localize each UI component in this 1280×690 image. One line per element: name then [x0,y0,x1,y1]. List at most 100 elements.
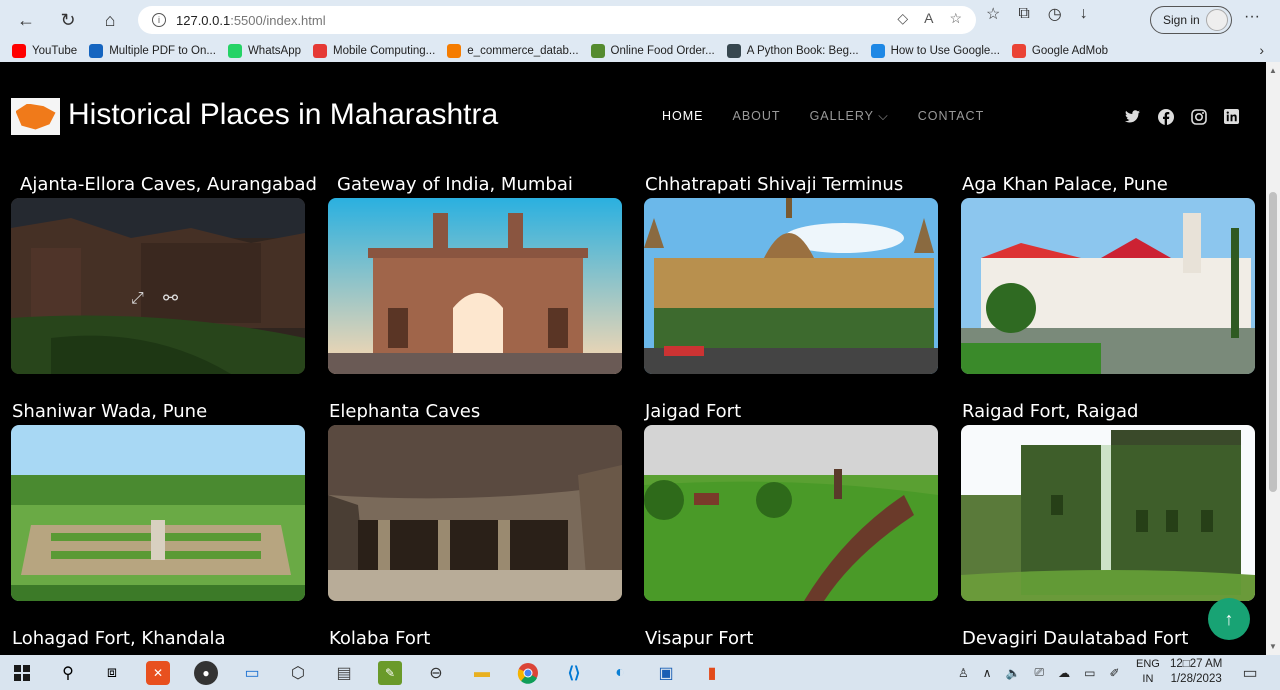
notepad-app-icon[interactable]: ✎ [378,661,402,685]
volume-icon[interactable]: 🔈 [1006,666,1021,680]
place-card[interactable]: Chhatrapati Shivaji Terminus [644,174,938,374]
place-photo[interactable] [328,425,622,601]
home-icon[interactable]: ⌂ [92,4,128,36]
bookmark-item[interactable]: Online Food Order... [590,44,715,58]
bookmarks-overflow-icon[interactable]: › [1259,42,1264,58]
cloud-icon[interactable]: ☁ [1058,666,1070,680]
address-bar[interactable]: i 127.0.0.1:5500/index.html ◇ A ☆ [138,6,976,34]
place-photo[interactable] [961,425,1255,601]
place-card[interactable]: Visapur Fort [644,628,938,655]
active-app-icon[interactable]: ▮ [700,661,724,685]
place-photo[interactable]: ⤢ ⚯ [11,198,305,374]
place-name: Visapur Fort [645,628,754,649]
collections-icon[interactable]: ⧉ [1018,5,1029,23]
download-icon[interactable]: ↓ [1080,5,1088,23]
scroll-up-icon[interactable]: ▲ [1269,66,1277,75]
edge-icon[interactable]: ◐ [608,661,632,685]
nav-link-gallery[interactable]: GALLERY ⌵ [810,109,889,124]
bookmark-label: Online Food Order... [610,45,715,57]
favorites-icon[interactable]: ☆ [986,4,1000,24]
avatar [1206,9,1228,31]
url-path: :5500/index.html [230,12,326,28]
place-photo[interactable] [644,198,938,374]
page-scrollbar[interactable]: ▲ ▼ [1266,62,1280,655]
refresh-icon[interactable]: ↻ [50,4,86,36]
place-card[interactable]: Gateway of India, Mumbai [328,174,622,374]
place-name: Shaniwar Wada, Pune [12,401,208,422]
bookmark-item[interactable]: Google AdMob [1011,44,1109,58]
bookmark-item[interactable]: How to Use Google... [870,44,1000,58]
site-logo[interactable] [11,98,60,135]
place-card[interactable]: Jaigad Fort [644,401,938,601]
place-card[interactable]: Elephanta Caves [328,401,622,601]
more-options-icon[interactable]: ··· [1244,8,1260,26]
battery-icon[interactable]: ▭ [1084,666,1095,680]
show-hidden-icons-icon[interactable]: ∧ [983,666,992,680]
place-card[interactable]: Lohagad Fort, Khandala [11,628,305,655]
bookmark-item[interactable]: e_commerce_datab... [447,44,579,58]
bookmark-item[interactable]: YouTube [12,44,77,58]
file-explorer-icon[interactable]: ▬ [470,661,494,685]
arrow-up-icon: ↑ [1224,608,1234,629]
cube-app-icon[interactable]: ⬡ [286,661,310,685]
twitter-icon[interactable] [1124,108,1141,125]
language-indicator[interactable]: ENG IN [1136,657,1160,687]
favorite-add-icon[interactable]: ☆ [949,10,962,27]
vscode-icon[interactable]: ⟨⟩ [562,661,586,685]
facebook-icon[interactable] [1157,108,1174,125]
search-icon[interactable]: ⚲ [56,661,80,685]
bookmark-favicon-icon [447,44,462,58]
place-name: Aga Khan Palace, Pune [962,174,1168,195]
task-view-icon[interactable]: ⧈ [100,661,124,685]
windows-taskbar: ⚲ ⧈ ✕ ● ▭ ⬡ ▤ ✎ ⊖ ▬ ⟨⟩ ◐ ▣ ▮ ♙ ∧ 🔈 ⎚ ☁ ▭… [0,655,1280,690]
people-icon[interactable]: ♙ [958,666,969,680]
scroll-down-icon[interactable]: ▼ [1269,642,1277,651]
obs-icon[interactable]: ● [194,661,218,685]
windows-start-icon[interactable] [10,661,34,685]
site-info-icon[interactable]: i [152,13,166,27]
bookmark-favicon-icon [870,44,885,58]
bookmark-item[interactable]: Multiple PDF to On... [89,44,216,58]
photos-app-icon[interactable]: ▣ [654,661,678,685]
bookmark-label: YouTube [32,45,78,57]
linkedin-icon[interactable] [1223,108,1240,125]
place-card[interactable]: Kolaba Fort [328,628,622,655]
place-photo[interactable] [11,425,305,601]
nav-link-contact[interactable]: CONTACT [918,109,985,124]
bookmark-item[interactable]: WhatsApp [227,44,301,58]
tag-icon[interactable]: ◇ [897,10,908,27]
bookmark-label: Google AdMob [1031,45,1109,57]
clock-time: 12□27 AM [1170,658,1223,670]
place-photo[interactable] [961,198,1255,374]
signin-button[interactable]: Sign in [1150,6,1232,34]
notifications-icon[interactable]: ▭ [1238,661,1262,685]
bookmark-item[interactable]: A Python Book: Beg... [726,44,859,58]
clock[interactable]: 12□27 AM 1/28/2023 [1170,657,1222,687]
bookmark-item[interactable]: Mobile Computing... [313,44,435,58]
scrollbar-thumb[interactable] [1269,192,1277,492]
place-photo[interactable] [644,425,938,601]
place-card[interactable]: Devagiri Daulatabad Fort [961,628,1255,655]
back-icon[interactable]: ← [8,4,44,36]
history-icon[interactable]: ◷ [1048,4,1062,24]
nav-link-about[interactable]: ABOUT [733,109,781,124]
scroll-to-top-button[interactable]: ↑ [1208,598,1250,640]
document-app-icon[interactable]: ▤ [332,661,356,685]
network-icon[interactable]: ⎚ [1035,665,1045,680]
read-aloud-icon[interactable]: A [924,10,933,27]
place-card[interactable]: Aga Khan Palace, Pune [961,174,1255,374]
slack-like-icon[interactable]: ⊖ [424,661,448,685]
bookmark-favicon-icon [590,44,605,58]
nav-link-home[interactable]: HOME [662,109,704,124]
place-card[interactable]: Ajanta-Ellora Caves, Aurangabad ⤢ ⚯ [11,174,317,374]
instagram-icon[interactable] [1190,108,1207,125]
pen-icon[interactable]: ✐ [1109,666,1119,680]
place-card[interactable]: Shaniwar Wada, Pune [11,401,305,601]
chrome-icon[interactable] [516,661,540,685]
main-nav: HOME ABOUT GALLERY ⌵ CONTACT [662,109,984,124]
xampp-icon[interactable]: ✕ [146,661,170,685]
signin-label: Sign in [1163,13,1200,27]
place-card[interactable]: Raigad Fort, Raigad [961,401,1255,601]
app-window-icon[interactable]: ▭ [240,661,264,685]
place-photo[interactable] [328,198,622,374]
